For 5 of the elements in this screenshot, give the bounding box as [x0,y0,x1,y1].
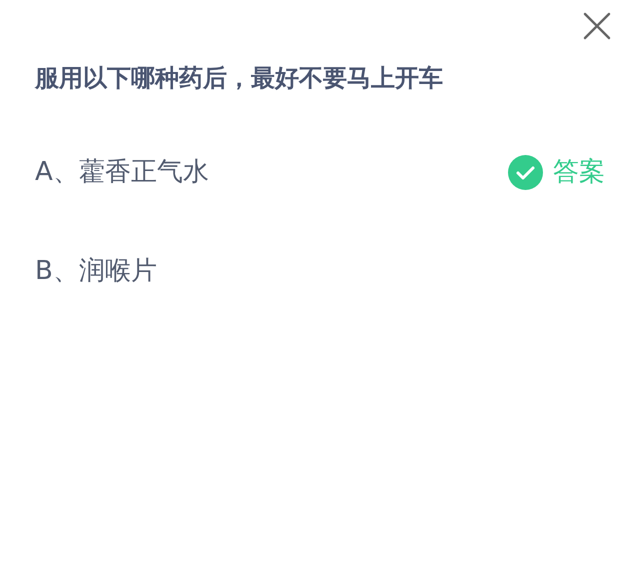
close-icon[interactable] [583,12,611,40]
question-text: 服用以下哪种药后，最好不要马上开车 [35,63,444,94]
option-text[interactable]: A、藿香正气水 [35,154,209,190]
answer-label: 答案 [553,156,605,189]
option-text[interactable]: B、润喉片 [35,253,157,289]
